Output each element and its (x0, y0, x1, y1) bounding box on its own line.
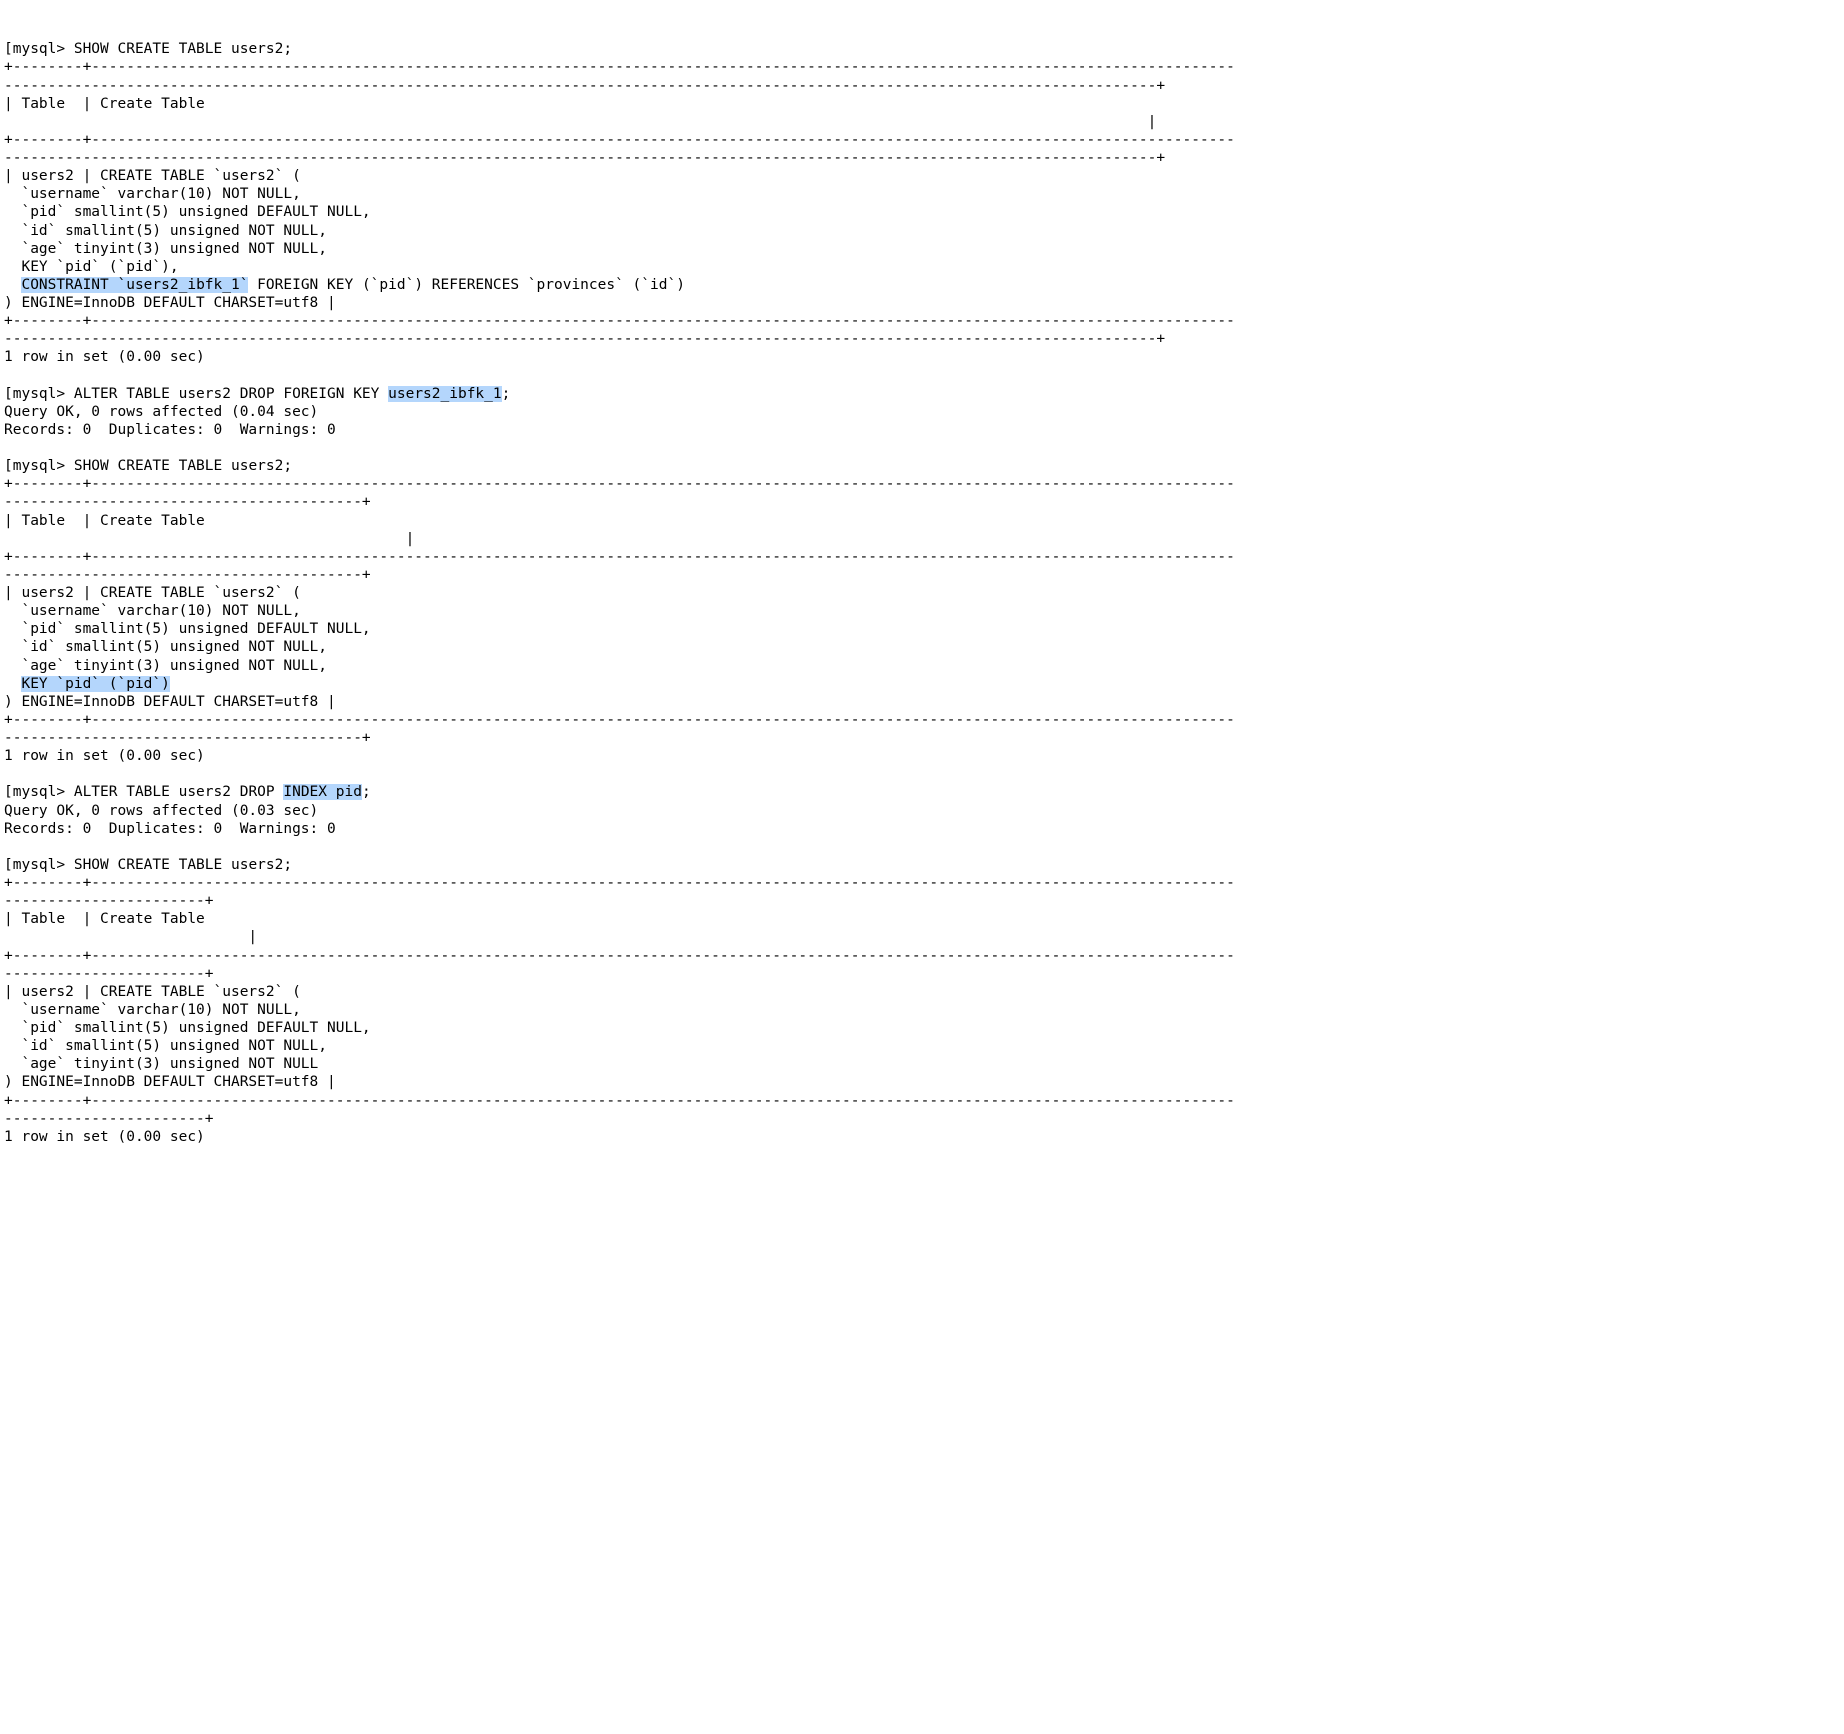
mysql-prompt: mysql> (13, 784, 74, 800)
prompt-bracket: [ (4, 386, 13, 402)
table-border: ----------------------------------------… (4, 150, 1165, 166)
result-rows: 1 row in set (0.00 sec) (4, 748, 205, 764)
create-table-line: ) ENGINE=InnoDB DEFAULT CHARSET=utf8 | (4, 1074, 336, 1090)
create-table-line: `age` tinyint(3) unsigned NOT NULL, (4, 658, 327, 674)
create-table-line (4, 277, 21, 293)
table-header: | (4, 929, 257, 945)
create-table-line: `username` varchar(10) NOT NULL, (4, 186, 301, 202)
create-table-line: | users2 | CREATE TABLE `users2` ( (4, 168, 301, 184)
table-border: +--------+------------------------------… (4, 313, 1235, 329)
create-table-line: ) ENGINE=InnoDB DEFAULT CHARSET=utf8 | (4, 295, 336, 311)
table-border: +--------+------------------------------… (4, 1093, 1235, 1109)
query-records: Records: 0 Duplicates: 0 Warnings: 0 (4, 422, 336, 438)
sql-command[interactable]: ; (362, 784, 371, 800)
table-border: -----------------------+ (4, 893, 214, 909)
table-header: | Table | Create Table (4, 96, 205, 112)
mysql-prompt: mysql> (13, 386, 74, 402)
create-table-line: `id` smallint(5) unsigned NOT NULL, (4, 639, 327, 655)
prompt-bracket: [ (4, 458, 13, 474)
create-table-line (4, 676, 21, 692)
mysql-prompt: mysql> (13, 857, 74, 873)
create-table-line: | users2 | CREATE TABLE `users2` ( (4, 984, 301, 1000)
create-table-line: FOREIGN KEY (`pid`) REFERENCES `province… (248, 277, 685, 293)
create-table-line: `age` tinyint(3) unsigned NOT NULL (4, 1056, 318, 1072)
result-rows: 1 row in set (0.00 sec) (4, 1129, 205, 1145)
sql-command[interactable]: SHOW CREATE TABLE users2; (74, 857, 292, 873)
sql-command[interactable]: SHOW CREATE TABLE users2; (74, 41, 292, 57)
create-table-line: ) ENGINE=InnoDB DEFAULT CHARSET=utf8 | (4, 694, 336, 710)
table-border: +--------+------------------------------… (4, 476, 1235, 492)
query-ok: Query OK, 0 rows affected (0.03 sec) (4, 803, 318, 819)
table-border: ----------------------------------------… (4, 730, 371, 746)
table-header: | (4, 114, 1156, 130)
sql-command[interactable]: ALTER TABLE users2 DROP (74, 784, 284, 800)
index-highlight: INDEX pid (283, 784, 362, 800)
create-table-line: `pid` smallint(5) unsigned DEFAULT NULL, (4, 204, 371, 220)
table-border: ----------------------------------------… (4, 78, 1165, 94)
query-ok: Query OK, 0 rows affected (0.04 sec) (4, 404, 318, 420)
create-table-line: `username` varchar(10) NOT NULL, (4, 1002, 301, 1018)
mysql-prompt: mysql> (13, 41, 74, 57)
sql-command[interactable]: SHOW CREATE TABLE users2; (74, 458, 292, 474)
create-table-line: `pid` smallint(5) unsigned DEFAULT NULL, (4, 1020, 371, 1036)
key-highlight: KEY `pid` (`pid`) (21, 676, 169, 692)
table-header: | (4, 531, 414, 547)
table-header: | Table | Create Table (4, 911, 205, 927)
table-border: +--------+------------------------------… (4, 59, 1235, 75)
create-table-line: `pid` smallint(5) unsigned DEFAULT NULL, (4, 621, 371, 637)
create-table-line: KEY `pid` (`pid`), (4, 259, 179, 275)
create-table-line: | users2 | CREATE TABLE `users2` ( (4, 585, 301, 601)
query-records: Records: 0 Duplicates: 0 Warnings: 0 (4, 821, 336, 837)
table-border: -----------------------+ (4, 1111, 214, 1127)
table-border: +--------+------------------------------… (4, 549, 1235, 565)
prompt-bracket: [ (4, 41, 13, 57)
prompt-bracket: [ (4, 857, 13, 873)
table-border: +--------+------------------------------… (4, 132, 1235, 148)
table-border: -----------------------+ (4, 966, 214, 982)
sql-command[interactable]: ; (502, 386, 511, 402)
table-border: +--------+------------------------------… (4, 948, 1235, 964)
table-border: ----------------------------------------… (4, 331, 1165, 347)
table-border: ----------------------------------------… (4, 494, 371, 510)
create-table-line: `username` varchar(10) NOT NULL, (4, 603, 301, 619)
sql-command[interactable]: ALTER TABLE users2 DROP FOREIGN KEY (74, 386, 388, 402)
create-table-line: `id` smallint(5) unsigned NOT NULL, (4, 223, 327, 239)
table-border: +--------+------------------------------… (4, 712, 1235, 728)
table-border: +--------+------------------------------… (4, 875, 1235, 891)
table-border: ----------------------------------------… (4, 567, 371, 583)
table-header: | Table | Create Table (4, 513, 205, 529)
result-rows: 1 row in set (0.00 sec) (4, 349, 205, 365)
create-table-line: `id` smallint(5) unsigned NOT NULL, (4, 1038, 327, 1054)
mysql-prompt: mysql> (13, 458, 74, 474)
constraint-highlight: CONSTRAINT `users2_ibfk_1` (21, 277, 248, 293)
fk-name-highlight: users2_ibfk_1 (388, 386, 502, 402)
create-table-line: `age` tinyint(3) unsigned NOT NULL, (4, 241, 327, 257)
prompt-bracket: [ (4, 784, 13, 800)
